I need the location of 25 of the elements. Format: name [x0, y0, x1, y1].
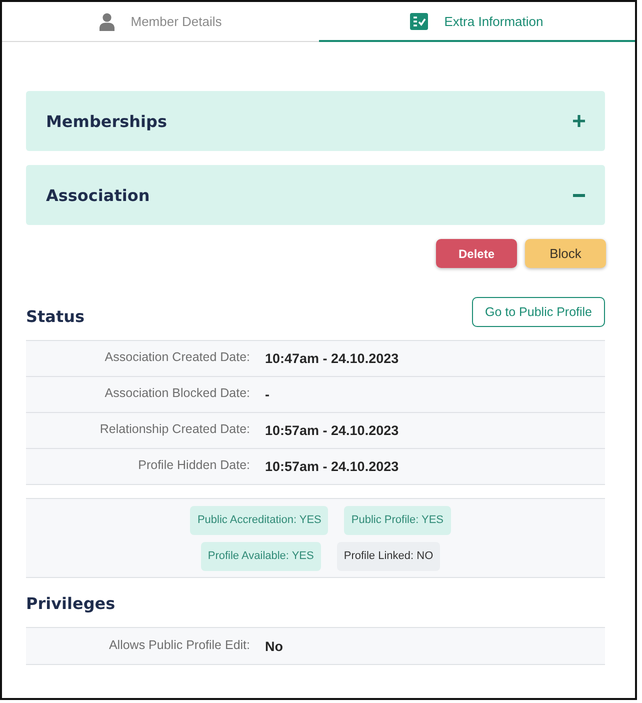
- public-profile-button[interactable]: Go to Public Profile: [472, 297, 605, 327]
- field-label: Profile Hidden Date:: [137, 458, 250, 472]
- block-button[interactable]: Block: [525, 239, 606, 268]
- delete-button[interactable]: Delete: [436, 239, 517, 268]
- field-value: -: [265, 387, 270, 402]
- tab[interactable]: Extra Information: [318, 2, 635, 42]
- field-value: 10:57am - 24.10.2023: [265, 459, 400, 474]
- field-label: Association Created Date:: [104, 350, 250, 364]
- person-icon: [98, 12, 115, 30]
- accordion-header[interactable]: Memberships: [26, 91, 605, 151]
- tab[interactable]: Member Details: [2, 2, 318, 42]
- accordion-header[interactable]: Association: [26, 165, 605, 225]
- field-label: Allows Public Profile Edit:: [108, 638, 250, 652]
- field-label: Relationship Created Date:: [98, 422, 250, 436]
- section-heading: Status: [26, 307, 85, 327]
- status-badge: Profile Available: YES: [200, 542, 321, 571]
- status-badge: Public Profile: YES: [344, 506, 451, 535]
- checklist-icon: [410, 12, 428, 30]
- status-badge: Public Accreditation: YES: [190, 506, 328, 535]
- field-value: 10:47am - 24.10.2023: [265, 351, 400, 366]
- status-badge: Profile Linked: NO: [336, 542, 440, 571]
- field-value: 10:57am - 24.10.2023: [265, 423, 400, 438]
- field-value: No: [265, 638, 284, 654]
- field-label: Association Blocked Date:: [104, 386, 250, 400]
- section-heading: Privileges: [26, 592, 116, 614]
